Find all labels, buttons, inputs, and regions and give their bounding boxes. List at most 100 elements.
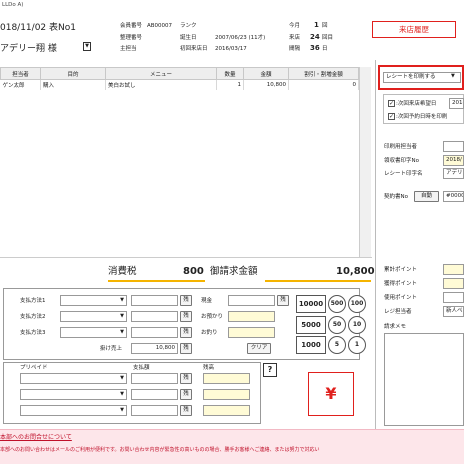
- payment-method-2-select[interactable]: ▼: [60, 311, 127, 322]
- money-100-button[interactable]: 100: [348, 295, 366, 313]
- receipt-print-select[interactable]: レシートを印刷する: [383, 72, 461, 83]
- cell-menu: 美白お試し: [105, 79, 217, 90]
- next-visit-checkbox[interactable]: ✓:次回来店希望日: [388, 100, 436, 108]
- month-value: 1: [314, 21, 319, 29]
- date-ticket-line: 018/11/02 表No1: [0, 23, 76, 33]
- visits-label: 来店: [289, 35, 301, 41]
- payment-method-1-select[interactable]: ▼: [60, 295, 127, 306]
- payment-method-2-label: 支払方法2: [20, 314, 46, 320]
- tax-label: 消費税: [108, 266, 137, 277]
- payment-method-3-label: 支払方法3: [20, 330, 46, 336]
- first-visit-label: 初回来店日: [180, 46, 208, 52]
- money-5-button[interactable]: 5: [328, 336, 346, 354]
- next-visit-date[interactable]: 2018: [449, 98, 464, 109]
- checkbox-checked-icon: ✓: [388, 113, 395, 120]
- credit-sales-value[interactable]: 10,800: [131, 343, 178, 354]
- receipt-name-label: レシート印字名: [384, 171, 423, 177]
- help-button[interactable]: ?: [263, 363, 277, 377]
- receipt-name-input[interactable]: アデリー: [443, 168, 464, 179]
- first-visit-value: 2016/03/17: [215, 46, 247, 52]
- col-header-menu: メニュー: [105, 67, 217, 80]
- bill-label: 御請求金額: [210, 266, 258, 277]
- col-header-discount: 割引・割増金額: [288, 67, 359, 80]
- cash-rest-button[interactable]: 残: [277, 295, 289, 306]
- chevron-down-icon: ▼: [120, 391, 124, 397]
- prepaid-2-amount[interactable]: [131, 389, 178, 400]
- money-10-button[interactable]: 10: [348, 316, 366, 334]
- money-1-button[interactable]: 1: [348, 336, 366, 354]
- receipt-date-input[interactable]: 2018/: [443, 155, 464, 166]
- money-5000-button[interactable]: 5000: [296, 316, 326, 334]
- credit-sales-rest-button[interactable]: 残: [180, 343, 192, 354]
- next-reserve-label: :次回予約日時を印刷: [396, 114, 448, 120]
- chevron-down-icon: ▼: [120, 407, 124, 413]
- prepaid-3-select[interactable]: ▼: [20, 405, 127, 416]
- prepaid-2-rest-button[interactable]: 残: [180, 389, 192, 400]
- register-staff-input[interactable]: 新人ペ: [443, 306, 464, 317]
- prepaid-1-select[interactable]: ▼: [20, 373, 127, 384]
- cell-amount: 10,800: [243, 79, 289, 90]
- payment-method-3-select[interactable]: ▼: [60, 327, 127, 338]
- points-add-label: 獲得ポイント: [384, 281, 418, 287]
- contract-no-input[interactable]: #0000: [443, 191, 464, 202]
- checkout-yen-button[interactable]: ¥: [308, 372, 354, 416]
- prepaid-3-amount[interactable]: [131, 405, 178, 416]
- cell-staff: ゲン太郎: [0, 79, 41, 90]
- cash-input[interactable]: [228, 295, 275, 306]
- print-staff-input[interactable]: [443, 141, 464, 152]
- bill-underline: [265, 280, 371, 282]
- prepaid-1-amount[interactable]: [131, 373, 178, 384]
- deposit-input[interactable]: [228, 311, 275, 322]
- cell-qty: 1: [216, 79, 244, 90]
- clear-button[interactable]: クリア: [247, 343, 271, 354]
- contract-auto-button[interactable]: 自動: [414, 191, 439, 202]
- payment-method-3-amount[interactable]: [131, 327, 178, 338]
- payment-method-1-amount[interactable]: [131, 295, 178, 306]
- prepaid-1-rest-button[interactable]: 残: [180, 373, 192, 384]
- prepaid-2-balance: [203, 389, 250, 400]
- customer-dropdown-icon[interactable]: ▼: [83, 42, 91, 51]
- order-table: 担当者 目的 メニュー 数量 金額 割引・割増金額 ゲン太郎 購入 美白お試し …: [0, 67, 359, 90]
- money-50-button[interactable]: 50: [328, 316, 346, 334]
- payment-method-3-rest-button[interactable]: 残: [180, 327, 192, 338]
- birthday-label: 誕生日: [180, 35, 197, 41]
- payment-method-1-rest-button[interactable]: 残: [180, 295, 192, 306]
- chevron-down-icon: ▼: [120, 313, 124, 319]
- prepaid-3-rest-button[interactable]: 残: [180, 405, 192, 416]
- table-row[interactable]: ゲン太郎 購入 美白お試し 1 10,800 0: [0, 79, 359, 90]
- footer-notice-text: 本部へのお問い合わせはメールのご利用が便利です。お問い合わせ内容が緊急性の高いも…: [0, 447, 320, 453]
- visits-value: 24: [310, 33, 320, 41]
- contact-link[interactable]: 本部へのお問合せについて: [0, 434, 72, 442]
- money-1000-button[interactable]: 1000: [296, 336, 326, 354]
- chevron-down-icon: ▼: [120, 375, 124, 381]
- cell-discount: 0: [288, 79, 359, 90]
- points-use-input[interactable]: [443, 292, 464, 303]
- visit-history-button[interactable]: 来店履歴: [372, 21, 456, 38]
- payment-method-2-rest-button[interactable]: 残: [180, 311, 192, 322]
- table-bottom-divider: [0, 257, 372, 258]
- prepaid-2-select[interactable]: ▼: [20, 389, 127, 400]
- interval-value: 36: [310, 44, 320, 52]
- checkbox-checked-icon: ✓: [388, 100, 395, 107]
- payment-method-2-amount[interactable]: [131, 311, 178, 322]
- chevron-down-icon: ▼: [451, 73, 455, 79]
- money-10000-button[interactable]: 10000: [296, 295, 326, 313]
- month-unit: 回: [322, 23, 328, 29]
- rank-label: ランク: [180, 23, 197, 29]
- bill-value: 10,800: [336, 266, 375, 277]
- memo-textarea[interactable]: [384, 333, 464, 426]
- print-staff-label: 印刷用担当者: [384, 144, 418, 150]
- tax-underline: [108, 280, 205, 282]
- table-scrollbar[interactable]: [359, 67, 371, 257]
- customer-name: アデリー翔 様: [0, 44, 57, 54]
- deposit-label: お預かり: [201, 314, 224, 320]
- register-staff-label: レジ担当者: [384, 309, 412, 315]
- change-label: お釣り: [201, 330, 218, 336]
- next-reserve-checkbox[interactable]: ✓:次回予約日時を印刷: [388, 113, 447, 121]
- birthday-value: 2007/06/23 (11才): [215, 35, 266, 41]
- credit-sales-label: 掛け売上: [100, 346, 123, 352]
- money-500-button[interactable]: 500: [328, 295, 346, 313]
- chevron-down-icon: ▼: [120, 329, 124, 335]
- prepaid-balance-label: 残高: [203, 365, 215, 371]
- month-label: 今月: [289, 23, 301, 29]
